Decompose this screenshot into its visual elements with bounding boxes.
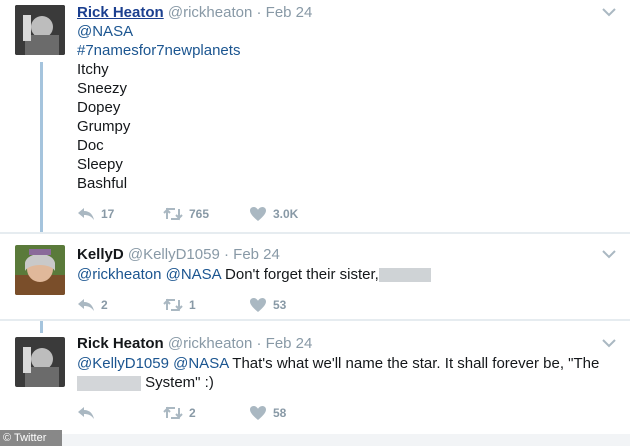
redacted-name [77,375,141,391]
author-handle[interactable]: @KellyD1059 [128,246,220,263]
retweet-count: 765 [189,207,210,221]
heart-icon [250,207,266,221]
tweet-text: @rickheaton @NASA Don't forget their sis… [77,265,431,284]
reply-count: 17 [101,207,115,221]
reply-icon [78,299,94,311]
avatar[interactable] [15,5,65,55]
like-count: 58 [273,406,287,420]
chevron-down-icon[interactable] [602,337,616,351]
text-line: Dopey [77,99,121,116]
avatar[interactable] [15,245,65,295]
reply-icon [78,407,94,419]
retweet-icon [163,406,183,420]
like-button[interactable]: 3.0K [249,204,298,224]
mention-link[interactable]: @rickheaton [77,266,161,283]
author-handle[interactable]: @rickheaton [168,335,252,352]
tweet-date[interactable]: Feb 24 [266,335,313,352]
tweet-date[interactable]: Feb 24 [233,246,280,263]
text-segment: System" :) [145,374,214,391]
mention-link[interactable]: @KellyD1059 [77,355,169,372]
text-segment: Don't forget their sister, [225,266,379,283]
chevron-down-icon[interactable] [602,6,616,20]
author-name[interactable]: Rick Heaton [77,335,164,352]
retweet-button[interactable]: 2 [163,403,196,423]
tweet[interactable]: Rick Heaton @rickheaton · Feb 24 @NASA #… [0,0,630,232]
tweet-date[interactable]: Feb 24 [266,4,313,21]
tweet-header: Rick Heaton @rickheaton · Feb 24 [77,335,312,352]
like-button[interactable]: 58 [249,403,286,423]
author-name[interactable]: Rick Heaton [77,4,164,21]
text-line: Doc [77,137,104,154]
redacted-name [378,268,431,283]
separator-dot: · [256,4,262,21]
tweet-header: Rick Heaton @rickheaton · Feb 24 [77,4,312,21]
mention-link[interactable]: @NASA [166,266,221,283]
like-count: 53 [273,298,287,312]
text-line: Itchy [77,61,109,78]
author-name[interactable]: KellyD [77,246,124,263]
avatar[interactable] [15,337,65,387]
text-line: Sleepy [77,156,123,173]
heart-icon [250,298,266,312]
text-segment: That's what we'll name the star. It shal… [232,355,600,372]
retweet-button[interactable]: 765 [163,204,209,224]
bottom-strip [0,434,630,446]
mention-link[interactable]: @NASA [173,355,228,372]
text-line: Sneezy [77,80,128,97]
tweet-text: @KellyD1059 @NASA That's what we'll name… [77,354,599,392]
like-button[interactable]: 53 [249,295,286,315]
heart-icon [250,406,266,420]
separator-dot: · [256,335,262,352]
tweet-header: KellyD @KellyD1059 · Feb 24 [77,246,280,263]
tweet[interactable]: Rick Heaton @rickheaton · Feb 24 @KellyD… [0,321,630,434]
retweet-count: 1 [189,298,196,312]
thread-line [40,321,43,333]
thread-line [40,62,43,232]
retweet-button[interactable]: 1 [163,295,196,315]
reply-button[interactable] [77,403,95,423]
retweet-icon [163,298,183,312]
author-handle[interactable]: @rickheaton [168,4,252,21]
reply-button[interactable]: 17 [77,204,114,224]
mention-link[interactable]: @NASA [77,22,240,41]
text-line: Grumpy [77,118,131,135]
separator-dot: · [223,246,229,263]
chevron-down-icon[interactable] [602,248,616,262]
text-line: Bashful [77,175,128,192]
reply-icon [78,208,94,220]
tweet-text: @NASA #7namesfor7newplanets Itchy Sneezy… [77,22,240,193]
retweet-icon [163,207,183,221]
retweet-count: 2 [189,406,196,420]
hashtag-link[interactable]: #7namesfor7newplanets [77,41,240,60]
tweet[interactable]: KellyD @KellyD1059 · Feb 24 @rickheaton … [0,234,630,319]
like-count: 3.0K [273,207,299,221]
reply-button[interactable]: 2 [77,295,108,315]
watermark: © Twitter [0,430,62,446]
reply-count: 2 [101,298,108,312]
